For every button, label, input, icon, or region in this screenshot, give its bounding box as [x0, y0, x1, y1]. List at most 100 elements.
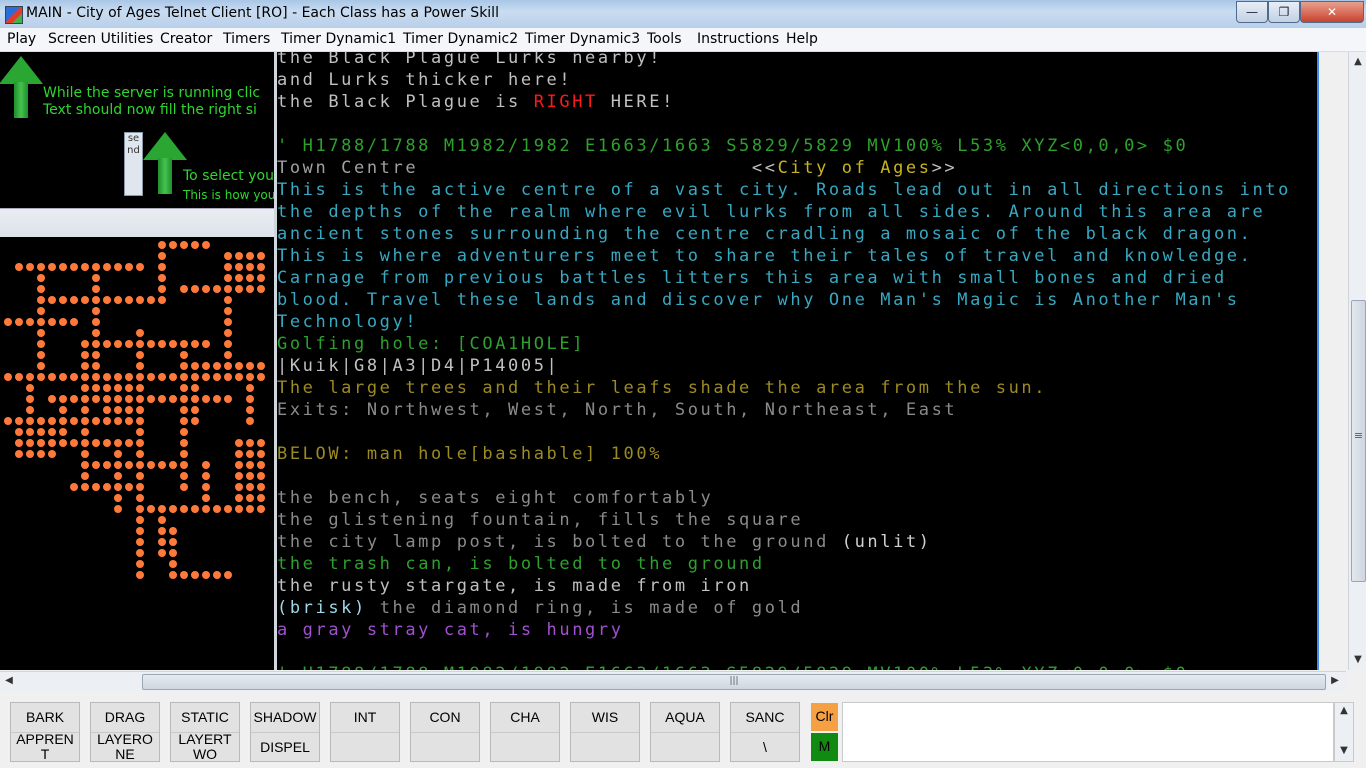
skill-button-7[interactable]: CHA: [490, 702, 560, 762]
skill-button-2[interactable]: DRAG LAYERO NE: [90, 702, 160, 762]
send-button[interactable]: send: [124, 132, 143, 196]
menu-play[interactable]: Play: [7, 31, 36, 47]
skill-bottom-label[interactable]: [411, 732, 479, 761]
scroll-right-button[interactable]: ▶: [1326, 675, 1344, 686]
minimize-button[interactable]: —: [1236, 1, 1268, 23]
map-room-dot: [114, 406, 122, 414]
map-room-dot: [92, 362, 100, 370]
scroll-left-button[interactable]: ◀: [0, 675, 18, 686]
skill-button-8[interactable]: WIS: [570, 702, 640, 762]
map-room-dot: [136, 329, 144, 337]
skill-button-9[interactable]: AQUA: [650, 702, 720, 762]
map-room-dot: [136, 505, 144, 513]
menu-timer-dynamic3[interactable]: Timer Dynamic3: [525, 31, 640, 47]
terminal-text-segment: RIGHT: [533, 92, 598, 112]
map-room-dot: [37, 450, 45, 458]
terminal-line: |Kuik|G8|A3|D4|P14005|: [277, 355, 559, 377]
close-button[interactable]: ✕: [1300, 1, 1364, 23]
terminal-line: the depths of the realm where evil lurks…: [277, 201, 1265, 223]
map-room-dot: [136, 494, 144, 502]
map-room-dot: [235, 472, 243, 480]
skill-top-label[interactable]: CHA: [491, 709, 559, 725]
left-panel-scrollbar[interactable]: [0, 208, 274, 238]
map-room-dot: [180, 483, 188, 491]
map-room-dot: [70, 318, 78, 326]
menu-tools[interactable]: Tools: [647, 31, 682, 47]
skill-bottom-label[interactable]: [571, 732, 639, 761]
command-input[interactable]: [842, 702, 1334, 762]
map-room-dot: [92, 285, 100, 293]
skill-button-6[interactable]: CON: [410, 702, 480, 762]
skill-top-label[interactable]: SHADOW: [251, 709, 319, 725]
map-room-dot: [180, 340, 188, 348]
map-room-dot: [103, 340, 111, 348]
skill-bottom-label[interactable]: [651, 732, 719, 761]
skill-top-label[interactable]: SANC: [731, 709, 799, 725]
skill-top-label[interactable]: INT: [331, 709, 399, 725]
vertical-scrollbar[interactable]: ▲ ≡ ▼: [1348, 52, 1366, 670]
skill-button-4[interactable]: SHADOW DISPEL: [250, 702, 320, 762]
terminal-output[interactable]: the Black Plague Lurks nearby! and Lurks …: [277, 52, 1317, 670]
map-room-dot: [202, 362, 210, 370]
command-input-scrollbar[interactable]: ▲ ▼: [1334, 702, 1354, 762]
skill-bottom-label[interactable]: [491, 732, 559, 761]
skill-top-label[interactable]: DRAG: [91, 709, 159, 725]
instruction-line-2: Text should now fill the right si: [43, 102, 257, 118]
map-room-dot: [169, 340, 177, 348]
maximize-button[interactable]: ❐: [1268, 1, 1300, 23]
menu-help[interactable]: Help: [786, 31, 818, 47]
map-room-dot: [59, 296, 67, 304]
skill-bottom-label[interactable]: \: [731, 732, 799, 761]
map-room-dot: [103, 384, 111, 392]
menu-instructions[interactable]: Instructions: [697, 31, 779, 47]
map-room-dot: [114, 461, 122, 469]
horizontal-scroll-thumb[interactable]: |||: [142, 674, 1326, 690]
skill-button-1[interactable]: BARK APPREN T: [10, 702, 80, 762]
terminal-text-segment: the Black Plague Lurks nearby!: [277, 52, 663, 68]
map-room-dot: [158, 263, 166, 271]
skill-bottom-label[interactable]: DISPEL: [251, 732, 319, 761]
skill-bottom-label[interactable]: APPREN T: [11, 732, 79, 762]
map-room-dot: [136, 571, 144, 579]
menu-timer-dynamic2[interactable]: Timer Dynamic2: [403, 31, 518, 47]
input-scroll-down-button[interactable]: ▼: [1335, 745, 1353, 756]
input-scroll-up-button[interactable]: ▲: [1335, 705, 1353, 716]
skill-top-label[interactable]: WIS: [571, 709, 639, 725]
menu-creator[interactable]: Creator: [160, 31, 212, 47]
map-room-dot: [103, 483, 111, 491]
skill-bottom-label[interactable]: LAYERT WO: [171, 732, 239, 762]
skill-top-label[interactable]: BARK: [11, 709, 79, 725]
skill-button-10[interactable]: SANC \: [730, 702, 800, 762]
skill-button-3[interactable]: STATIC LAYERT WO: [170, 702, 240, 762]
skill-top-label[interactable]: CON: [411, 709, 479, 725]
scroll-up-button[interactable]: ▲: [1349, 56, 1366, 67]
map-room-dot: [180, 395, 188, 403]
map-room-dot: [48, 318, 56, 326]
map-room-dot: [169, 505, 177, 513]
terminal-line: The large trees and their leafs shade th…: [277, 377, 1047, 399]
terminal-right-margin: [1317, 52, 1319, 670]
skill-top-label[interactable]: STATIC: [171, 709, 239, 725]
map-room-dot: [224, 307, 232, 315]
menu-timers[interactable]: Timers: [223, 31, 270, 47]
skill-button-5[interactable]: INT: [330, 702, 400, 762]
map-room-dot: [246, 406, 254, 414]
skill-bottom-label[interactable]: LAYERO NE: [91, 732, 159, 762]
clear-button[interactable]: Clr: [811, 703, 838, 731]
vertical-scroll-thumb[interactable]: ≡: [1351, 300, 1366, 582]
map-room-dot: [202, 461, 210, 469]
horizontal-scrollbar[interactable]: ◀ ||| ▶: [0, 671, 1346, 691]
map-room-dot: [246, 252, 254, 260]
scroll-down-button[interactable]: ▼: [1349, 654, 1366, 665]
map-room-dot: [103, 417, 111, 425]
skill-top-label[interactable]: AQUA: [651, 709, 719, 725]
minimap-graphic: [4, 241, 265, 579]
map-room-dot: [37, 296, 45, 304]
menu-screen-utilities[interactable]: Screen Utilities: [48, 31, 153, 47]
app-icon: [5, 6, 23, 24]
map-room-dot: [81, 450, 89, 458]
m-button[interactable]: M: [811, 733, 838, 761]
skill-bottom-label[interactable]: [331, 732, 399, 761]
map-room-dot: [48, 296, 56, 304]
menu-timer-dynamic1[interactable]: Timer Dynamic1: [281, 31, 396, 47]
